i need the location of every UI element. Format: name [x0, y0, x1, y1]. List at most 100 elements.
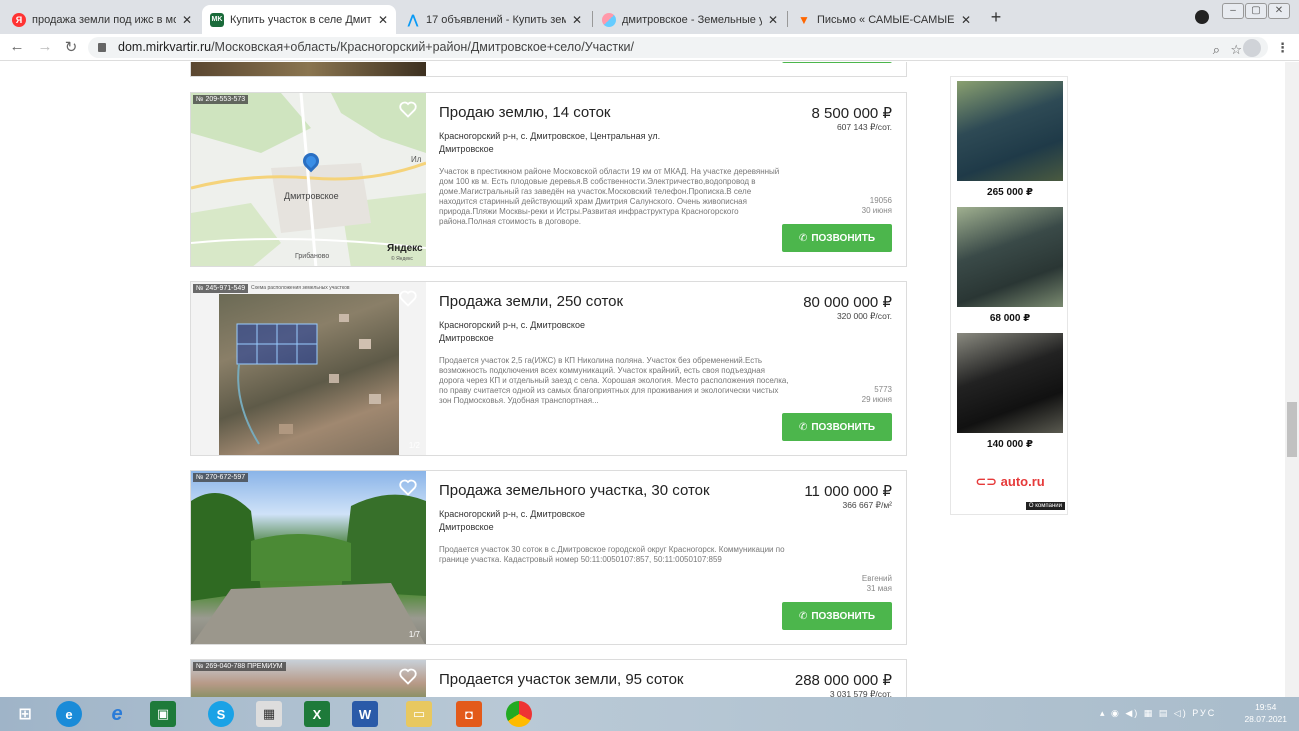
listing-title[interactable]: Продаю землю, 14 соток: [439, 104, 611, 121]
favorite-heart-icon[interactable]: [398, 666, 418, 686]
close-icon[interactable]: ✕: [182, 13, 192, 27]
listing-map[interactable]: Дмитровское Грибаново Ил Яндекс © Яндекс…: [191, 93, 426, 266]
listing-photo[interactable]: № 269-040-788 ПРЕМИУМ: [191, 660, 426, 697]
listing-price-per-unit: 366 667 ₽/м²: [842, 500, 892, 510]
close-window-icon[interactable]: ✕: [1268, 3, 1290, 19]
clock-time: 19:54: [1255, 702, 1277, 712]
clock[interactable]: 19:54 28.07.2021: [1244, 701, 1287, 725]
favorite-heart-icon[interactable]: [398, 477, 418, 497]
listing-photo[interactable]: № 270-672-597 1/7: [191, 471, 426, 644]
house: [369, 394, 381, 404]
listing-id: № 269-040-788: [196, 663, 246, 670]
language-indicator[interactable]: РУС: [1192, 708, 1216, 718]
listing-card-previous[interactable]: [190, 62, 907, 77]
call-button[interactable]: ✆ ПОЗВОНИТЬ: [782, 602, 892, 630]
tab-mirkvartir[interactable]: MK Купить участок в селе Дмитров ✕: [202, 5, 396, 34]
house: [279, 424, 293, 434]
listing-views: 5773: [874, 385, 892, 394]
listing-title[interactable]: Продается участок земли, 95 соток: [439, 671, 683, 688]
extension-icon[interactable]: [1195, 10, 1209, 24]
windows-start-icon[interactable]: ⊞: [12, 701, 38, 727]
maximize-icon[interactable]: ▢: [1245, 3, 1267, 19]
explorer-icon[interactable]: ▭: [406, 701, 432, 727]
reload-icon[interactable]: ↻: [62, 38, 80, 56]
map-label-edge: Ил: [411, 155, 422, 164]
listing-card[interactable]: Дмитровское Грибаново Ил Яндекс © Яндекс…: [190, 92, 907, 267]
media-icon[interactable]: ▦: [256, 701, 282, 727]
store-icon[interactable]: ▣: [150, 701, 176, 727]
locality-line: Дмитровское: [439, 522, 494, 532]
listing-title[interactable]: Продажа земли, 250 соток: [439, 293, 623, 310]
listing-price-per-unit: 607 143 ₽/сот.: [836, 122, 892, 132]
auto-ru-ad[interactable]: 265 000 ₽ 68 000 ₽ 140 000 ₽ ⊂⊃ auto.ru …: [950, 76, 1068, 515]
call-button[interactable]: ✆ ПОЗВОНИТЬ: [782, 224, 892, 252]
windows-taskbar: ⊞ e e ▣ S ▦ X W ▭ ◘ ▴ ◉ ◀) ▦ ▤ ◁) РУС 19…: [0, 697, 1299, 731]
ad-car-photo[interactable]: [957, 333, 1063, 433]
tab-yandex-search[interactable]: Я продажа земли под ижс в моск ✕: [4, 5, 200, 34]
close-icon[interactable]: ✕: [378, 13, 388, 27]
listing-card[interactable]: № 270-672-597 1/7 Продажа земельного уча…: [190, 470, 907, 645]
favorite-heart-icon[interactable]: [398, 99, 418, 119]
system-tray-icons[interactable]: ▴ ◉ ◀) ▦ ▤ ◁) РУС: [1100, 708, 1216, 719]
listing-description: Продается участок 2,5 га(ИЖС) в КП Никол…: [439, 356, 789, 405]
profile-avatar[interactable]: [1243, 39, 1261, 57]
locality-line: Дмитровское: [439, 333, 494, 343]
scrollbar-thumb[interactable]: [1287, 402, 1297, 457]
clock-date: 28.07.2021: [1244, 714, 1287, 724]
tree-line: [251, 533, 351, 581]
tree-line: [191, 493, 261, 601]
ad-company-link[interactable]: О компании: [1025, 502, 1065, 510]
call-button[interactable]: ✆ ПОЗВОНИТЬ: [782, 413, 892, 441]
tab-mail[interactable]: ▼ Письмо « САМЫЕ-САМЫЕ ✕: [789, 5, 979, 34]
listing-photo[interactable]: [191, 62, 426, 76]
listing-author: Евгений: [861, 574, 892, 583]
tab-divider: [592, 11, 593, 27]
tab-title: Письмо « САМЫЕ-САМЫЕ: [817, 13, 955, 26]
ad-car-price[interactable]: 265 000 ₽: [951, 187, 1069, 198]
listing-photo[interactable]: Схема расположения земельных участков № …: [191, 282, 426, 455]
back-icon[interactable]: ←: [8, 38, 26, 55]
close-icon[interactable]: ✕: [572, 13, 582, 27]
listing-meta: Евгений 31 мая: [862, 574, 892, 594]
new-tab-button[interactable]: +: [985, 7, 1007, 29]
ad-car-photo[interactable]: [957, 81, 1063, 181]
ie-icon[interactable]: e: [104, 701, 130, 727]
edge-icon[interactable]: e: [56, 701, 82, 727]
url-bar[interactable]: dom.mirkvartir.ru/Московская+область/Кра…: [88, 37, 1268, 58]
address-bar-row: ← → ↻ dom.mirkvartir.ru/Московская+облас…: [0, 34, 1299, 61]
listing-price: 288 000 000 ₽: [794, 672, 892, 689]
ad-car-price[interactable]: 68 000 ₽: [951, 313, 1069, 324]
tab-dmitrovskoe[interactable]: дмитровское - Земельные учас ✕: [594, 5, 786, 34]
tab-title: продажа земли под ижс в моск: [32, 13, 176, 26]
call-button-partial[interactable]: [782, 62, 892, 63]
close-icon[interactable]: ✕: [961, 13, 971, 27]
browser-menu-icon[interactable]: ⋮: [1276, 40, 1289, 56]
listing-title[interactable]: Продажа земельного участка, 30 соток: [439, 482, 710, 499]
address-line: Красногорский р-н, с. Дмитровское: [439, 320, 585, 330]
bookmark-star-icon[interactable]: ☆: [1230, 39, 1242, 60]
minimize-icon[interactable]: –: [1222, 3, 1244, 19]
yandex-icon: Я: [12, 12, 26, 27]
page-scrollbar[interactable]: [1285, 62, 1299, 697]
plot-road: [237, 363, 260, 445]
word-icon[interactable]: W: [352, 701, 378, 727]
skype-icon[interactable]: S: [208, 701, 234, 727]
forward-icon[interactable]: →: [36, 38, 54, 55]
call-button-label: ПОЗВОНИТЬ: [811, 610, 876, 622]
mail-icon: ▼: [798, 12, 810, 27]
close-icon[interactable]: ✕: [768, 13, 778, 27]
auto-ru-logo[interactable]: ⊂⊃ auto.ru: [951, 474, 1069, 490]
ad-car-price[interactable]: 140 000 ₽: [951, 439, 1069, 450]
excel-icon[interactable]: X: [304, 701, 330, 727]
listing-price: 11 000 000 ₽: [804, 483, 892, 500]
listing-card[interactable]: Схема расположения земельных участков № …: [190, 281, 907, 456]
app-icon[interactable]: ◘: [456, 701, 482, 727]
tab-avito[interactable]: ⋀ 17 объявлений - Купить земель ✕: [398, 5, 590, 34]
favorite-heart-icon[interactable]: [398, 288, 418, 308]
listing-card[interactable]: № 269-040-788 ПРЕМИУМ Продается участок …: [190, 659, 907, 697]
premium-label: ПРЕМИУМ: [247, 663, 283, 670]
zoom-icon[interactable]: ⌕: [1213, 39, 1220, 60]
chrome-icon[interactable]: [506, 701, 532, 727]
ad-car-photo[interactable]: [957, 207, 1063, 307]
avito-icon: ⋀: [407, 11, 419, 27]
